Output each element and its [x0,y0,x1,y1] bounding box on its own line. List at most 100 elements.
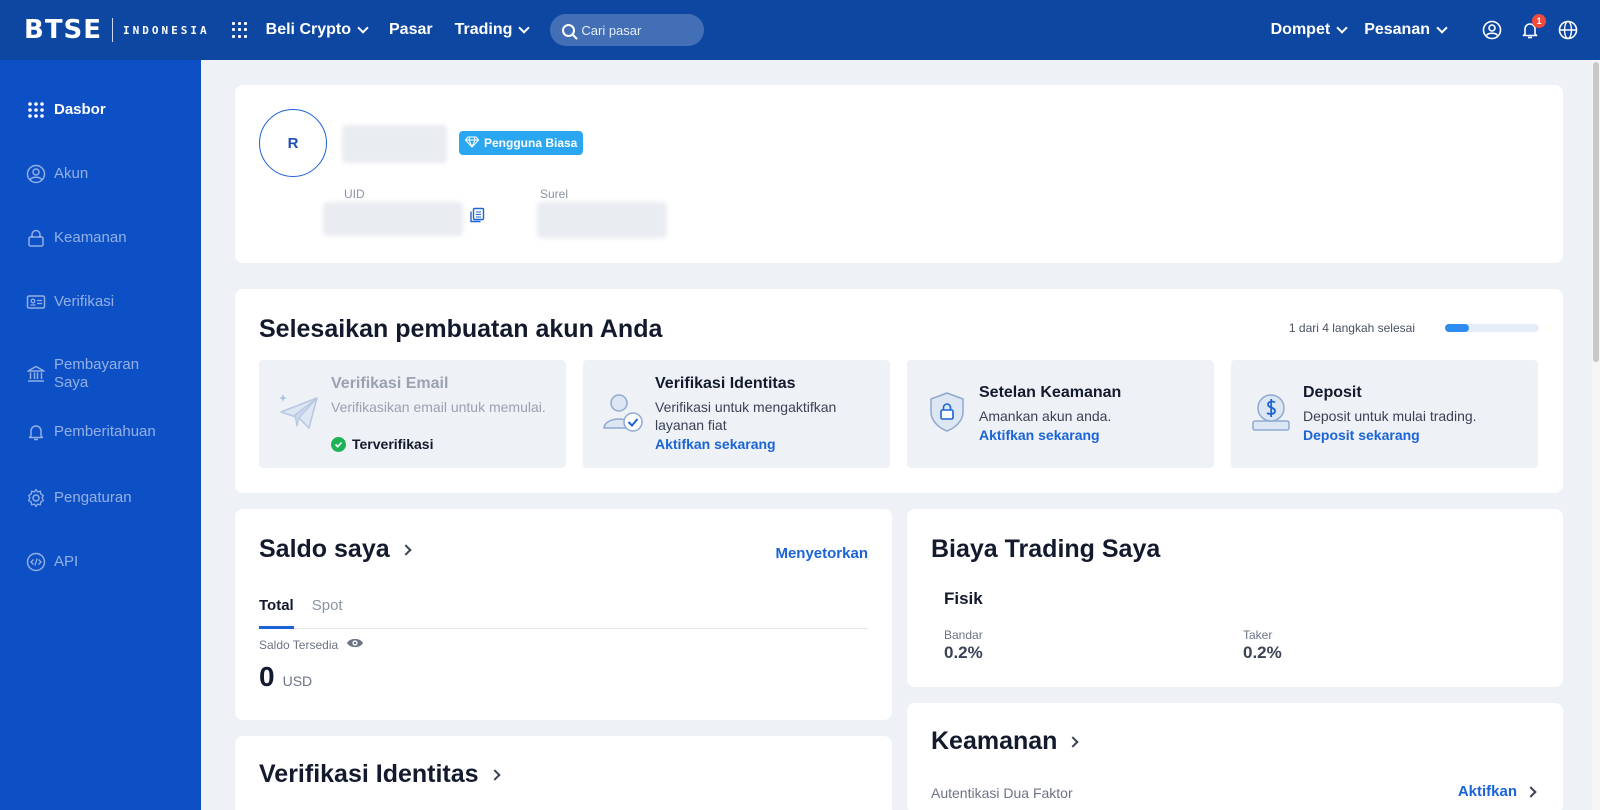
avatar[interactable]: R [259,109,327,177]
profile-card: R Pengguna Biasa UID Surel [235,85,1563,263]
globe-icon[interactable] [1558,20,1578,40]
logo-text: BTSE [24,15,103,45]
id-card-icon [26,292,46,312]
gear-icon [26,488,46,508]
sidebar-item-keamanan[interactable]: Keamanan [26,228,154,248]
step-deposit-link[interactable]: Deposit sekarang [1303,427,1420,443]
bell-icon[interactable]: 1 [1520,14,1546,40]
setup-title: Selesaikan pembuatan akun Anda [259,315,663,343]
security-title[interactable]: Keamanan [931,727,1080,756]
step-title: Setelan Keamanan [979,384,1122,401]
copy-icon[interactable] [469,207,485,228]
bank-icon [26,364,46,384]
chevron-down-icon [1436,21,1448,34]
tier-badge: Pengguna Biasa [459,131,584,155]
nav-dompet-label: Dompet [1270,21,1331,38]
nav-beli-crypto[interactable]: Beli Crypto [265,21,369,39]
identity-title[interactable]: Verifikasi Identitas [259,760,501,789]
step-title: Verifikasi Email [331,375,449,392]
step-setelan-keamanan[interactable]: Setelan Keamanan Amankan akun anda. Akti… [907,360,1214,468]
username-redacted [342,125,447,163]
available-balance-label: Saldo Tersedia [259,637,364,652]
step-activate-link[interactable]: Aktifkan sekarang [979,427,1100,443]
notification-badge: 1 [1532,14,1546,28]
diamond-icon [464,135,480,151]
check-circle-icon [331,436,346,452]
nav-pesanan-label: Pesanan [1364,21,1430,38]
sidebar-item-pemberitahuan[interactable]: Pemberitahuan [26,422,156,442]
two-factor-activate-link[interactable]: Aktifkan [1457,783,1537,800]
search-icon [562,23,576,37]
bell-icon [26,422,46,442]
balance-tabs: Total Spot [259,587,868,629]
logo[interactable]: BTSE INDONESIA [24,15,210,45]
user-icon[interactable] [1482,20,1502,40]
dollar-coin-icon [1247,388,1295,436]
two-factor-label: Autentikasi Dua Faktor [931,785,1073,801]
setup-progress-bar [1445,324,1539,332]
sidebar-item-api[interactable]: API [26,552,154,572]
step-deposit[interactable]: Deposit Deposit untuk mulai trading. Dep… [1231,360,1538,468]
step-verifikasi-identitas[interactable]: Verifikasi Identitas Verifikasi untuk me… [583,360,890,468]
step-verifikasi-email[interactable]: Verifikasi Email Verifikasikan email unt… [259,360,566,468]
balance-card: Saldo saya Menyetorkan Total Spot Saldo … [235,509,892,720]
sidebar-item-label: Akun [54,165,89,182]
chevron-right-icon [1067,735,1080,748]
step-title: Verifikasi Identitas [655,375,796,392]
sidebar-item-akun[interactable]: Akun [26,164,154,184]
taker-fee-label: Taker [1243,628,1273,642]
chevron-down-icon [518,21,531,34]
page-scrollbar[interactable] [1592,60,1600,810]
nav-pesanan[interactable]: Pesanan [1364,21,1448,39]
apps-icon[interactable] [231,22,248,38]
shield-lock-icon [923,388,971,436]
chevron-right-icon [1525,785,1537,798]
nav-dompet[interactable]: Dompet [1270,21,1348,39]
step-activate-link[interactable]: Aktifkan sekarang [655,436,776,452]
email-value-redacted [537,202,667,238]
sidebar-item-label: API [54,553,79,570]
maker-fee-label: Bandar [944,628,983,642]
balance-currency: USD [282,673,313,689]
scrollbar-thumb[interactable] [1593,62,1599,362]
nav-pasar[interactable]: Pasar [389,21,433,39]
setup-progress-text: 1 dari 4 langkah selesai [1288,321,1415,335]
sidebar-item-pengaturan[interactable]: Pengaturan [26,488,154,508]
sidebar-item-label: Dasbor [54,101,106,118]
search-input[interactable] [581,22,692,38]
email-label: Surel [540,187,569,201]
trading-fees-card: Biaya Trading Saya Fisik Bandar 0.2% Tak… [907,509,1563,687]
code-icon [26,552,46,572]
tab-total[interactable]: Total [259,587,294,629]
account-nav: Dompet Pesanan 1 [1270,14,1578,40]
taker-fee-value: 0.2% [1243,643,1282,662]
sidebar-item-pembayaran[interactable]: Pembayaran Saya [26,356,154,392]
nav-pasar-label: Pasar [389,21,433,38]
search-box[interactable] [550,14,705,46]
identity-card: Verifikasi Identitas [235,736,892,810]
sidebar-item-dasbor[interactable]: Dasbor [26,100,154,120]
account-setup-card: Selesaikan pembuatan akun Anda 1 dari 4 … [235,289,1563,493]
sidebar-item-label: Verifikasi [54,293,115,310]
sidebar-item-label: Pembayaran Saya [54,356,140,391]
available-balance-text: Saldo Tersedia [259,637,339,652]
chevron-right-icon [399,543,412,556]
deposit-link[interactable]: Menyetorkan [775,545,868,562]
step-description: Deposit untuk mulai trading. [1303,408,1477,424]
tab-spot[interactable]: Spot [312,587,343,628]
logo-region: INDONESIA [123,23,210,37]
maker-fee-value: 0.2% [944,643,983,662]
nav-trading[interactable]: Trading [455,21,531,39]
verified-status-label: Terverifikasi [352,436,434,452]
balance-title[interactable]: Saldo saya [259,535,412,564]
sidebar-item-label: Pengaturan [54,489,132,506]
sidebar: Dasbor Akun Keamanan Verifikasi Pembayar… [0,60,201,810]
paper-plane-icon [275,388,323,436]
eye-icon[interactable] [346,637,364,652]
identity-title-label: Verifikasi Identitas [259,760,479,788]
balance-title-label: Saldo saya [259,535,390,563]
sidebar-item-verifikasi[interactable]: Verifikasi [26,292,154,312]
nav-beli-crypto-label: Beli Crypto [265,21,351,38]
two-factor-activate-label: Aktifkan [1457,783,1517,800]
step-description: Verifikasi untuk mengaktifkan layanan fi… [655,399,837,433]
